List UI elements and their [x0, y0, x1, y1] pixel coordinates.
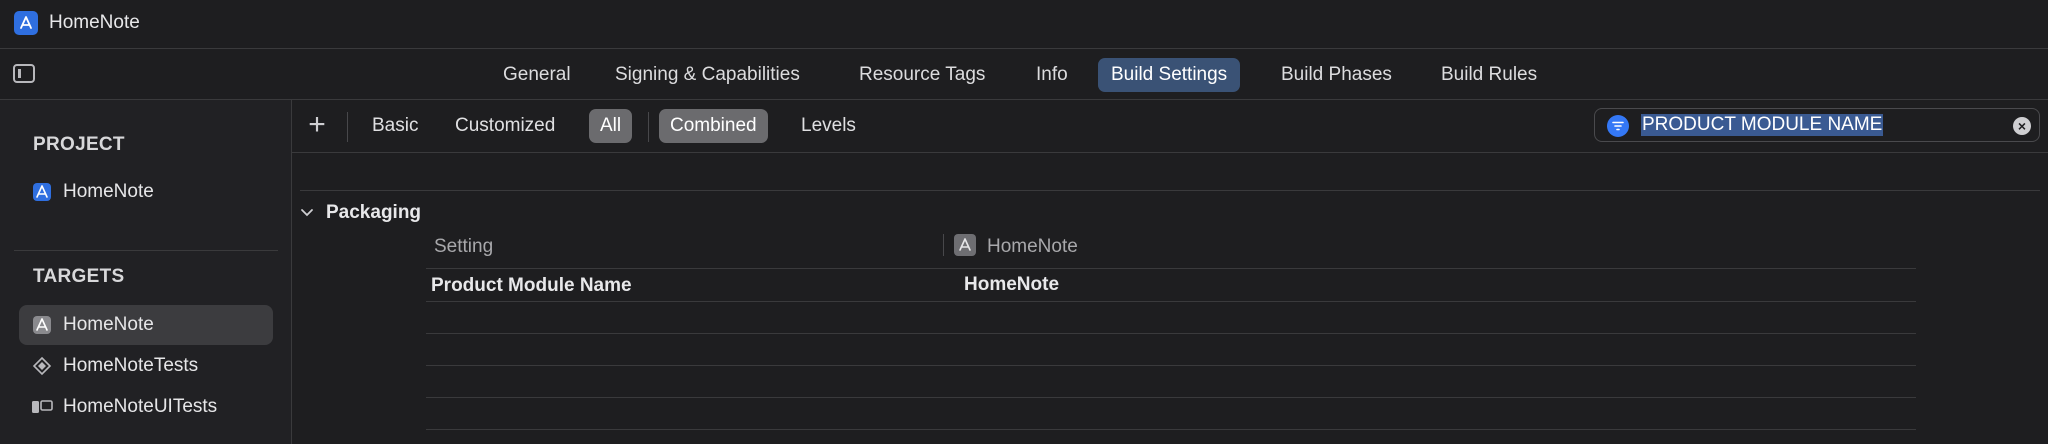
xcode-app-icon [14, 11, 38, 35]
filter-all-button[interactable]: All [589, 109, 633, 143]
table-row-divider [426, 301, 1916, 302]
sidebar-item-label: HomeNote [63, 314, 154, 335]
clear-search-icon[interactable]: × [2013, 117, 2031, 135]
build-settings-filter-bar: + Basic Customized All Combined Levels P… [292, 100, 2048, 153]
project-app-icon [31, 182, 53, 202]
sidebar-item-target-homenoteuitests[interactable]: HomeNoteUITests [19, 387, 273, 427]
sidebar-item-label: HomeNote [63, 181, 154, 202]
targets-section-header: TARGETS [33, 266, 125, 287]
tab-signing-capabilities[interactable]: Signing & Capabilities [602, 58, 813, 92]
sidebar-item-label: HomeNoteUITests [63, 396, 218, 417]
table-row-divider [426, 429, 1916, 430]
tab-general[interactable]: General [490, 58, 584, 92]
tab-info[interactable]: Info [1023, 58, 1081, 92]
setting-name[interactable]: Product Module Name [431, 275, 632, 297]
project-navigator-sidebar: PROJECT HomeNote TARGETS HomeNote HomeNo… [0, 100, 292, 444]
table-row-divider [426, 365, 1916, 366]
table-row-divider [426, 268, 1916, 269]
sidebar-item-label: HomeNoteTests [63, 355, 199, 376]
editor-tab-bar: General Signing & Capabilities Resource … [0, 49, 2048, 100]
packaging-group-header[interactable]: Packaging [300, 200, 421, 226]
view-combined-button[interactable]: Combined [659, 109, 768, 143]
search-input-text[interactable]: PRODUCT MODULE NAME [1641, 114, 1884, 136]
ui-test-target-icon [31, 397, 53, 417]
sidebar-item-project-homenote[interactable]: HomeNote [19, 172, 273, 212]
table-row-divider [426, 333, 1916, 334]
target-column-icon [954, 234, 976, 256]
tab-build-settings[interactable]: Build Settings [1098, 58, 1241, 92]
column-divider [943, 234, 944, 256]
project-section-header: PROJECT [33, 134, 125, 155]
sidebar-divider [14, 250, 278, 251]
app-target-icon [31, 315, 53, 335]
sidebar-item-target-homenotetests[interactable]: HomeNoteTests [19, 346, 273, 386]
tab-build-phases[interactable]: Build Phases [1268, 58, 1405, 92]
table-row-divider [426, 397, 1916, 398]
group-separator [300, 190, 2040, 191]
column-header-setting[interactable]: Setting [434, 236, 493, 258]
filter-basic-button[interactable]: Basic [361, 109, 429, 143]
window-title: HomeNote [49, 12, 140, 33]
title-bar: HomeNote [0, 0, 2048, 49]
group-title: Packaging [326, 202, 422, 223]
filter-icon[interactable] [1607, 115, 1629, 137]
sidebar-toggle-icon[interactable] [13, 64, 35, 83]
add-setting-button[interactable]: + [304, 108, 330, 142]
filter-customized-button[interactable]: Customized [444, 109, 566, 143]
toolbar-separator [648, 112, 649, 142]
unit-test-target-icon [31, 356, 53, 376]
column-header-target[interactable]: HomeNote [987, 236, 1078, 258]
toolbar-separator [347, 112, 348, 142]
sidebar-item-target-homenote[interactable]: HomeNote [19, 305, 273, 345]
build-settings-editor: + Basic Customized All Combined Levels P… [292, 100, 2048, 444]
settings-search-field[interactable]: PRODUCT MODULE NAME × [1594, 108, 2040, 142]
chevron-down-icon[interactable] [300, 205, 316, 221]
tab-resource-tags[interactable]: Resource Tags [846, 58, 998, 92]
view-levels-button[interactable]: Levels [790, 109, 867, 143]
setting-value[interactable]: HomeNote [964, 274, 1059, 296]
tab-build-rules[interactable]: Build Rules [1428, 58, 1550, 92]
